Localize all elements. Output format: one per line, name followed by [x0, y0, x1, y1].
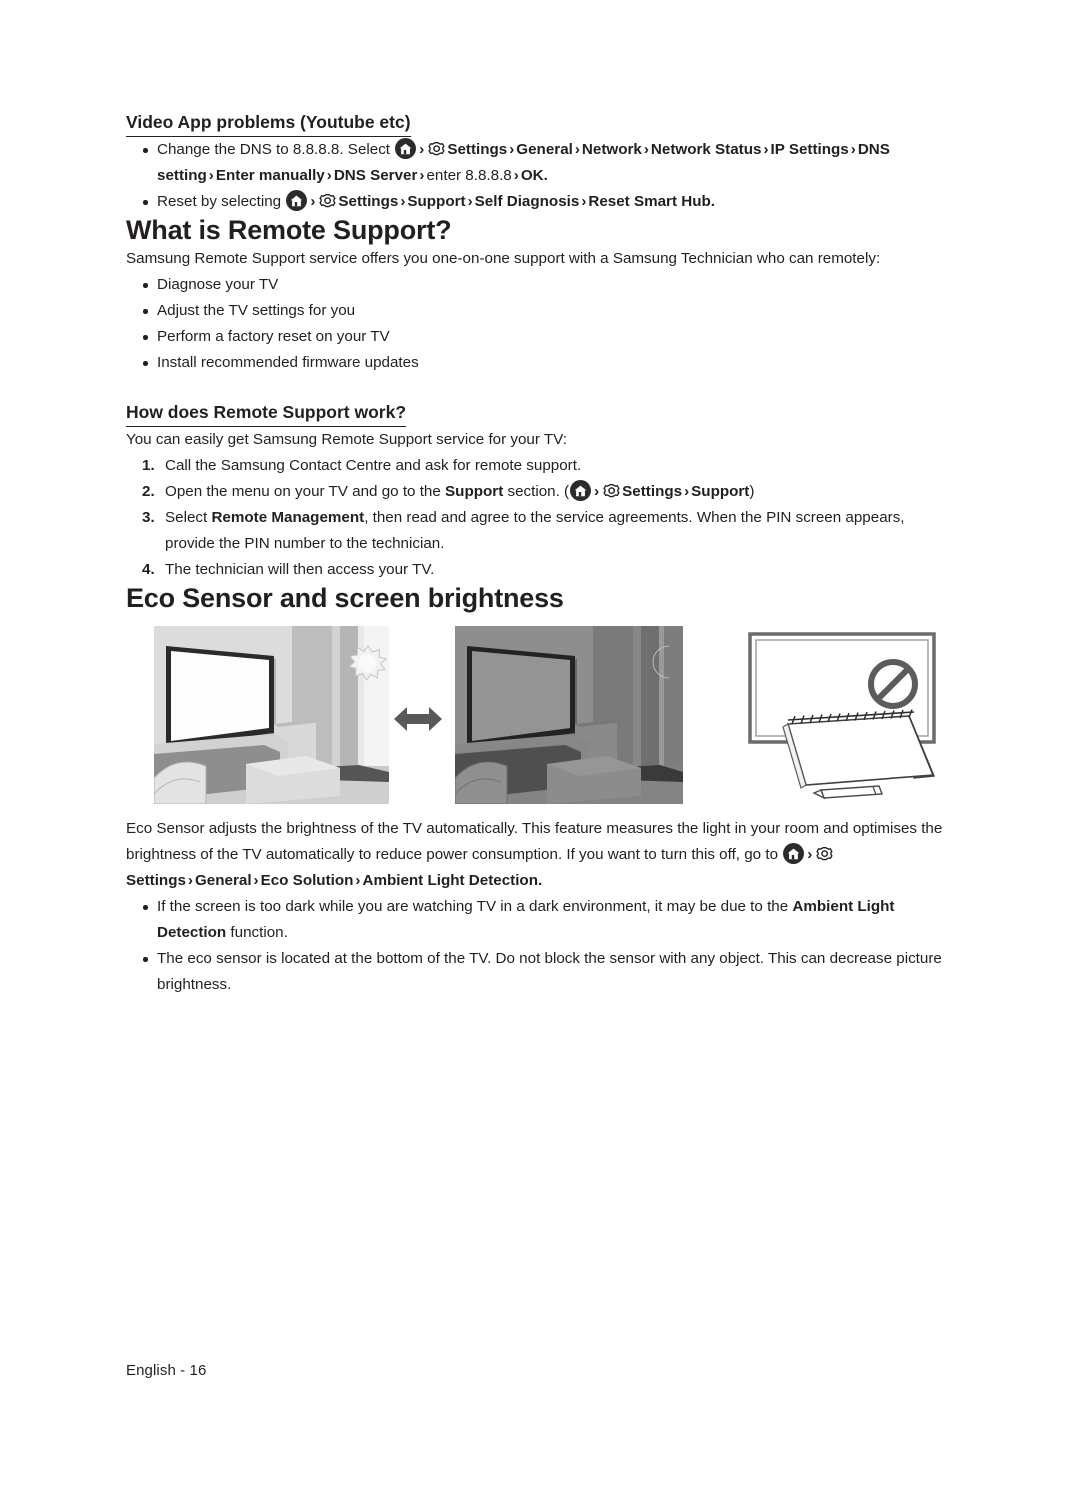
bullet-text: function. — [226, 924, 288, 942]
home-icon — [570, 480, 592, 502]
list-item: Adjust the TV settings for you — [126, 298, 956, 324]
remote-support-bullet-list: Diagnose your TV Adjust the TV settings … — [126, 272, 956, 376]
gear-icon — [603, 482, 621, 500]
step-text: Select — [165, 509, 212, 527]
dark-room-illustration — [454, 626, 683, 809]
page-title-remote-support: What is Remote Support? — [126, 215, 452, 245]
path-segment: Eco Solution — [260, 872, 354, 890]
path-segment: Settings — [622, 483, 683, 501]
video-app-bullet-list: Change the DNS to 8.8.8.8. Select › Setti… — [126, 137, 956, 215]
eco-sensor-paragraph: Eco Sensor adjusts the brightness of the… — [126, 820, 943, 890]
path-segment: Enter manually — [215, 167, 325, 184]
subheading-how-remote-support-works: How does Remote Support work? — [126, 402, 407, 428]
step-text: ) — [749, 483, 755, 501]
remote-support-intro: Samsung Remote Support service offers yo… — [126, 250, 881, 268]
path-segment: IP Settings — [770, 141, 849, 158]
path-segment: Support — [691, 483, 750, 501]
home-icon — [783, 843, 805, 865]
path-segment: Settings — [447, 141, 508, 158]
document-page: Video App problems (Youtube etc) Change … — [0, 0, 1080, 1494]
path-separator: › — [310, 193, 316, 210]
gear-icon — [428, 140, 446, 158]
path-segment: Network Status — [650, 141, 762, 158]
path-segment: OK. — [520, 167, 548, 184]
path-segment: General — [516, 141, 573, 158]
tv-do-not-block-illustration — [738, 628, 956, 813]
subheading-video-app-problems: Video App problems (Youtube etc) — [126, 112, 411, 137]
page-content: Video App problems (Youtube etc) Change … — [126, 112, 956, 998]
list-item: Install recommended firmware updates — [126, 350, 956, 376]
path-segment: Support — [407, 193, 466, 210]
step-text: Open the menu on your TV and go to the — [165, 483, 446, 501]
path-segment: General — [194, 872, 252, 890]
eco-sensor-figures — [126, 626, 956, 816]
path-separator: › — [807, 846, 813, 864]
path-segment: enter 8.8.8.8 — [426, 167, 512, 184]
list-item: Perform a factory reset on your TV — [126, 324, 956, 350]
step-bold-term: Support — [445, 483, 504, 501]
page-title-eco-sensor: Eco Sensor and screen brightness — [126, 583, 564, 614]
bullet-text: If the screen is too dark while you are … — [157, 898, 793, 916]
bullet-text-prefix: Change the DNS to 8.8.8.8. Select — [157, 141, 395, 158]
list-item: Change the DNS to 8.8.8.8. Select › Setti… — [126, 137, 956, 189]
how-it-works-intro: You can easily get Samsung Remote Suppor… — [126, 431, 567, 449]
list-item: The eco sensor is located at the bottom … — [126, 946, 956, 998]
home-icon — [286, 190, 308, 211]
list-item: Call the Samsung Contact Centre and ask … — [142, 453, 582, 479]
home-icon — [395, 138, 417, 159]
path-segment: Ambient Light Detection. — [362, 872, 543, 890]
path-separator: › — [594, 483, 600, 501]
step-text: section. ( — [503, 483, 570, 501]
path-segment: Settings — [338, 193, 399, 210]
path-separator: › — [419, 141, 425, 158]
double-arrow-icon — [394, 704, 442, 734]
path-segment: Self Diagnosis — [474, 193, 580, 210]
path-segment: Reset Smart Hub. — [588, 193, 715, 210]
step-bold-term: Remote Management — [211, 509, 365, 527]
list-item: Reset by selecting › Settings › Support › Sel… — [126, 189, 956, 215]
path-segment: Network — [581, 141, 642, 158]
bullet-text-prefix: Reset by selecting — [157, 193, 286, 210]
subheading-how-remote-support-works-wrap: How does Remote Support work? — [126, 402, 956, 428]
page-footer: English - 16 — [126, 1362, 207, 1379]
list-item: If the screen is too dark while you are … — [126, 894, 956, 946]
path-segment: Settings — [126, 872, 186, 890]
path-segment: DNS Server — [333, 167, 418, 184]
list-item: Open the menu on your TV and go to the S… — [126, 479, 956, 505]
how-it-works-steps: Call the Samsung Contact Centre and ask … — [126, 453, 956, 583]
list-item: The technician will then access your TV. — [142, 557, 435, 583]
eco-sensor-bullet-list: If the screen is too dark while you are … — [126, 894, 956, 998]
list-item: Diagnose your TV — [126, 272, 956, 298]
bright-room-illustration — [153, 626, 389, 809]
gear-icon — [319, 192, 337, 210]
list-item: Select Remote Management, then read and … — [126, 505, 956, 557]
gear-icon — [816, 845, 834, 863]
